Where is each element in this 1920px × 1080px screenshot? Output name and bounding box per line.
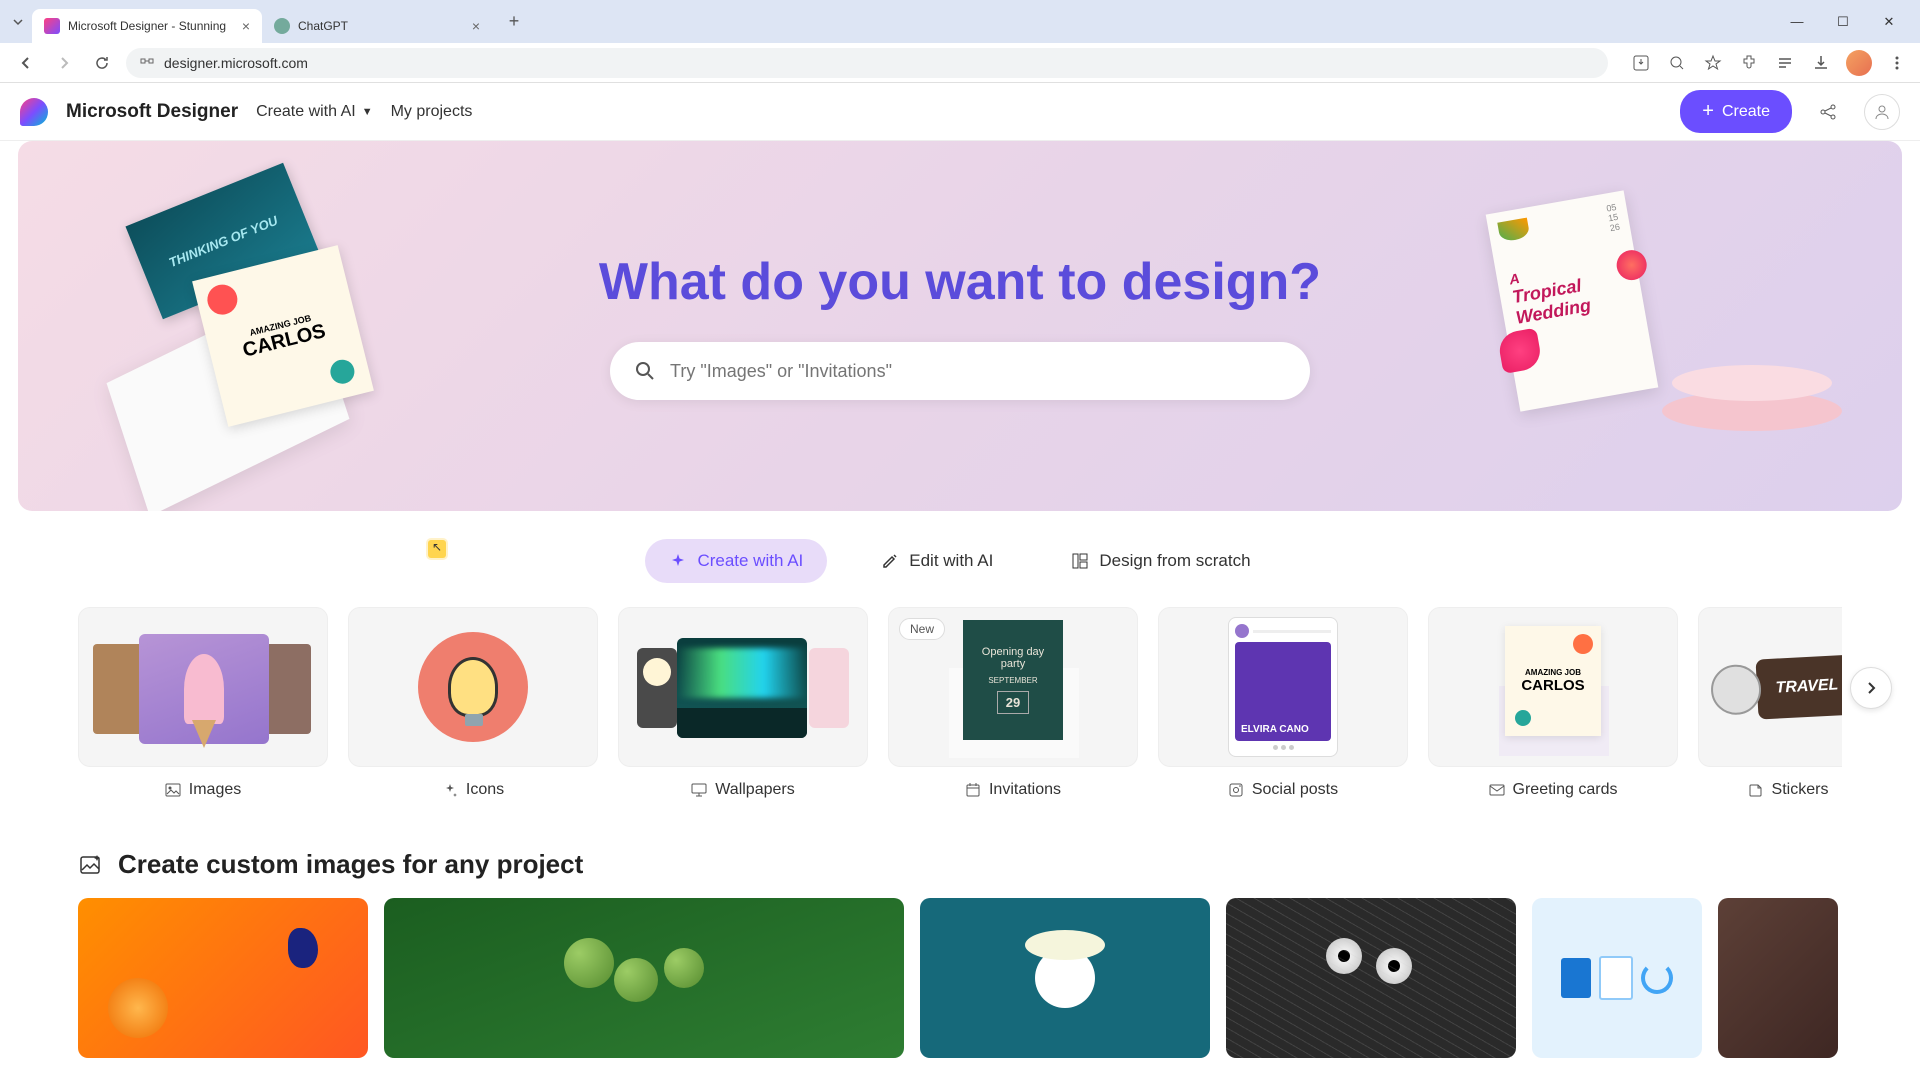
monitor-icon bbox=[691, 782, 707, 798]
reading-list-icon[interactable] bbox=[1774, 52, 1796, 74]
tab-title: ChatGPT bbox=[298, 19, 464, 33]
browser-tab-inactive[interactable]: ChatGPT × bbox=[262, 9, 492, 43]
category-card-social-posts[interactable]: ELVIRA CANO Social posts bbox=[1158, 607, 1408, 813]
tab-search-dropdown[interactable] bbox=[8, 12, 28, 32]
project-card[interactable] bbox=[1226, 898, 1516, 1058]
section-header: Create custom images for any project bbox=[18, 813, 1902, 898]
project-card[interactable] bbox=[384, 898, 904, 1058]
chatgpt-favicon bbox=[274, 18, 290, 34]
category-label: Greeting cards bbox=[1513, 781, 1618, 799]
edit-icon bbox=[881, 552, 899, 570]
close-tab-icon[interactable]: × bbox=[242, 18, 250, 34]
plus-icon: + bbox=[1702, 100, 1714, 123]
search-box[interactable] bbox=[610, 342, 1310, 400]
category-row: Images Icons Wallpapers New Opening day … bbox=[78, 607, 1842, 813]
section-title: Create custom images for any project bbox=[118, 849, 583, 880]
install-app-icon[interactable] bbox=[1630, 52, 1652, 74]
category-label: Social posts bbox=[1252, 781, 1338, 799]
project-card[interactable] bbox=[920, 898, 1210, 1058]
layout-icon bbox=[1071, 552, 1089, 570]
sparkle-icon bbox=[442, 782, 458, 798]
project-card[interactable] bbox=[1532, 898, 1702, 1058]
close-tab-icon[interactable]: × bbox=[472, 18, 480, 34]
browser-address-bar: designer.microsoft.com bbox=[0, 43, 1920, 83]
tropical-wedding-card: 05 15 26 A Tropical Wedding bbox=[1486, 190, 1659, 411]
browser-tab-active[interactable]: Microsoft Designer - Stunning × bbox=[32, 9, 262, 43]
category-label: Wallpapers bbox=[715, 781, 794, 799]
chevron-down-icon: ▼ bbox=[362, 106, 373, 118]
tab-edit-with-ai[interactable]: Edit with AI bbox=[857, 539, 1017, 583]
extensions-icon[interactable] bbox=[1738, 52, 1760, 74]
project-card[interactable] bbox=[1718, 898, 1838, 1058]
close-window-button[interactable]: ✕ bbox=[1874, 7, 1904, 37]
cursor-highlight bbox=[428, 540, 446, 558]
create-with-ai-dropdown[interactable]: Create with AI ▼ bbox=[256, 103, 373, 121]
designer-logo-icon[interactable] bbox=[20, 98, 48, 126]
tab-design-from-scratch[interactable]: Design from scratch bbox=[1047, 539, 1274, 583]
social-icon bbox=[1228, 782, 1244, 798]
travel-sticker: TRAVEL bbox=[1755, 654, 1842, 719]
category-card-invitations[interactable]: New Opening day partySEPTEMBER29 Invitat… bbox=[888, 607, 1138, 813]
minimize-button[interactable]: — bbox=[1782, 7, 1812, 37]
create-button-label: Create bbox=[1722, 103, 1770, 121]
category-card-stickers[interactable]: TRAVEL Stickers bbox=[1698, 607, 1842, 813]
tab-create-with-ai[interactable]: Create with AI bbox=[645, 539, 827, 583]
image-sparkle-icon bbox=[78, 852, 104, 878]
forward-button[interactable] bbox=[50, 49, 78, 77]
hero-title: What do you want to design? bbox=[599, 252, 1321, 312]
calendar-icon bbox=[965, 782, 981, 798]
category-label: Images bbox=[189, 781, 241, 799]
bookmark-icon[interactable] bbox=[1702, 52, 1724, 74]
tab-label: Edit with AI bbox=[909, 551, 993, 571]
hero-art-right: 05 15 26 A Tropical Wedding bbox=[1482, 201, 1842, 461]
nav-label: Create with AI bbox=[256, 103, 356, 121]
app-header: Microsoft Designer Create with AI ▼ My p… bbox=[0, 83, 1920, 141]
account-icon[interactable] bbox=[1864, 94, 1900, 130]
new-badge: New bbox=[899, 618, 945, 640]
reload-button[interactable] bbox=[88, 49, 116, 77]
category-card-icons[interactable]: Icons bbox=[348, 607, 598, 813]
category-next-button[interactable] bbox=[1850, 667, 1892, 709]
search-input[interactable] bbox=[670, 361, 1286, 382]
search-icon bbox=[634, 360, 656, 382]
category-card-greeting-cards[interactable]: AMAZING JOBCARLOS Greeting cards bbox=[1428, 607, 1678, 813]
envelope-icon bbox=[1489, 782, 1505, 798]
create-button[interactable]: + Create bbox=[1680, 90, 1792, 133]
hero-art-left: THINKING OF YOU AMAZING JOB CARLOS bbox=[98, 191, 418, 481]
project-card[interactable] bbox=[78, 898, 368, 1058]
brand-name[interactable]: Microsoft Designer bbox=[66, 101, 238, 123]
tab-label: Create with AI bbox=[697, 551, 803, 571]
sparkle-icon bbox=[669, 552, 687, 570]
back-button[interactable] bbox=[12, 49, 40, 77]
category-card-wallpapers[interactable]: Wallpapers bbox=[618, 607, 868, 813]
downloads-icon[interactable] bbox=[1810, 52, 1832, 74]
category-label: Stickers bbox=[1772, 781, 1829, 799]
designer-favicon bbox=[44, 18, 60, 34]
url-bar[interactable]: designer.microsoft.com bbox=[126, 48, 1608, 78]
project-row bbox=[18, 898, 1902, 1058]
browser-tab-bar: Microsoft Designer - Stunning × ChatGPT … bbox=[0, 0, 1920, 43]
site-info-icon[interactable] bbox=[140, 54, 154, 71]
sticker-icon bbox=[1748, 782, 1764, 798]
new-tab-button[interactable]: + bbox=[500, 8, 528, 36]
hero-banner: THINKING OF YOU AMAZING JOB CARLOS 05 15… bbox=[18, 141, 1902, 511]
tab-title: Microsoft Designer - Stunning bbox=[68, 19, 234, 33]
tab-label: Design from scratch bbox=[1099, 551, 1250, 571]
share-icon[interactable] bbox=[1810, 94, 1846, 130]
zoom-icon[interactable] bbox=[1666, 52, 1688, 74]
url-text: designer.microsoft.com bbox=[164, 55, 308, 71]
my-projects-link[interactable]: My projects bbox=[391, 103, 473, 121]
category-card-images[interactable]: Images bbox=[78, 607, 328, 813]
image-icon bbox=[165, 782, 181, 798]
profile-avatar[interactable] bbox=[1846, 50, 1872, 76]
category-label: Invitations bbox=[989, 781, 1061, 799]
maximize-button[interactable]: ☐ bbox=[1828, 7, 1858, 37]
category-label: Icons bbox=[466, 781, 504, 799]
menu-icon[interactable] bbox=[1886, 52, 1908, 74]
mode-tab-row: Create with AI Edit with AI Design from … bbox=[18, 511, 1902, 607]
